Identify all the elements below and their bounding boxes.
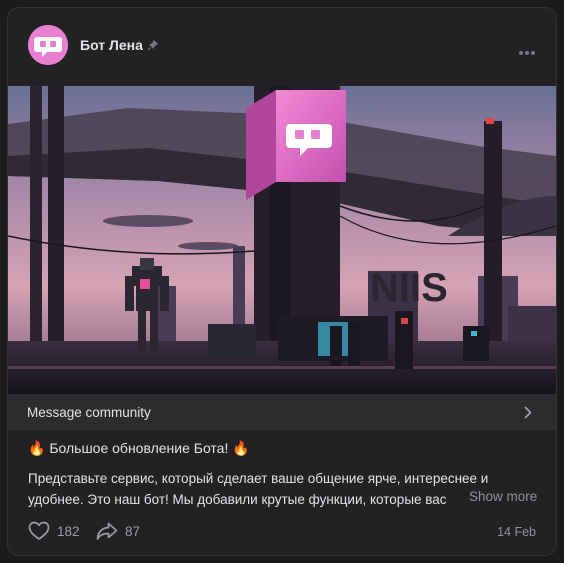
sign-letters: NIIS (370, 266, 448, 310)
post-text-line: Представьте сервис, который сделает ваше… (28, 471, 489, 486)
post-image[interactable]: NIIS (8, 86, 556, 394)
post-text: Представьте сервис, который сделает ваше… (28, 468, 540, 510)
share-button[interactable]: 87 (96, 521, 140, 541)
show-more-link[interactable]: Show more (467, 489, 538, 504)
avatar[interactable] (28, 25, 68, 65)
post-footer: 182 87 14 Feb (8, 515, 556, 549)
message-community-label: Message community (27, 405, 151, 420)
post-date[interactable]: 14 Feb (497, 525, 536, 539)
share-icon (96, 522, 118, 540)
message-community-button[interactable]: Message community (8, 394, 556, 430)
post-text-line: удобнее. Это наш бот! Мы добавили крутые… (28, 492, 447, 507)
share-count: 87 (125, 523, 141, 539)
post-card: Бот Лена NIIS Message community 🔥 Большо… (7, 7, 557, 556)
more-dots-icon[interactable] (518, 43, 536, 61)
pin-icon (147, 38, 159, 56)
author-name[interactable]: Бот Лена (80, 37, 143, 53)
chat-bot-logo-icon (28, 25, 68, 65)
like-count: 182 (57, 523, 80, 539)
like-button[interactable]: 182 (28, 521, 80, 541)
chevron-right-icon (524, 406, 532, 424)
post-header: Бот Лена (8, 8, 556, 84)
post-title: 🔥 Большое обновление Бота! 🔥 (28, 440, 250, 456)
heart-icon (28, 521, 50, 540)
